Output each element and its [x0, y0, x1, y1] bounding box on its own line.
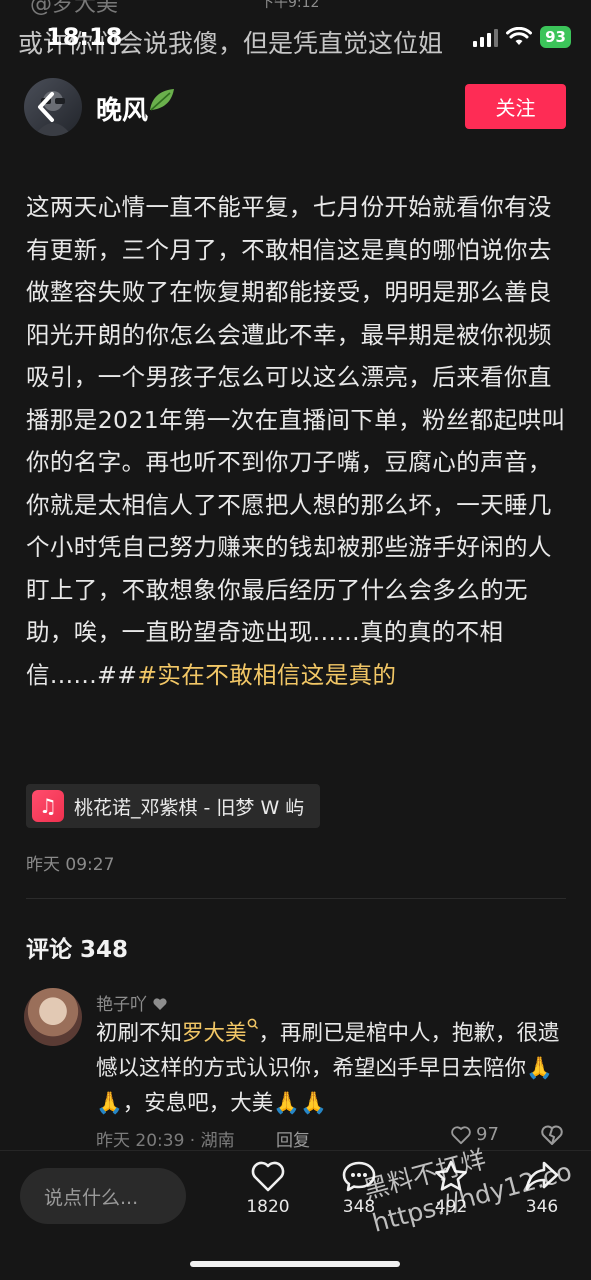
heart-outline-icon	[451, 1125, 471, 1144]
like-count: 1820	[246, 1197, 290, 1217]
heart-icon	[251, 1161, 285, 1192]
background-video-time: 下午9:12	[260, 0, 320, 11]
music-chip[interactable]: ♫ 桃花诺_邓紫棋 - 旧梦 W 屿	[26, 784, 321, 828]
comment-text-before: 初刷不知	[96, 1021, 183, 1046]
search-icon	[247, 1018, 258, 1030]
hashtag-link[interactable]: #实在不敢相信这是真的	[137, 661, 396, 689]
back-button[interactable]	[34, 88, 58, 126]
commenter-name[interactable]: 艳子吖	[96, 990, 168, 1015]
commenter-username: 艳子吖	[96, 995, 147, 1015]
post-timestamp: 昨天 09:27	[26, 855, 115, 875]
divider	[26, 898, 566, 899]
status-bar: @罗大美 下午9:12 或许你们会说我傻，但是凭直觉这位姐 18:18 93	[0, 0, 591, 70]
comment-meta: 昨天 20:39 · 湖南	[96, 1131, 235, 1151]
status-icons: 93	[473, 26, 571, 48]
music-title: 桃花诺_邓紫棋 - 旧梦 W 屿	[74, 796, 305, 819]
like-button[interactable]: 1820	[228, 1159, 308, 1217]
signal-icon	[473, 27, 499, 47]
post-body-text: 这两天心情一直不能平复，七月份开始就看你有没有更新，三个月了，不敢相信这是真的哪…	[26, 193, 566, 689]
commenter-avatar[interactable]	[24, 988, 82, 1046]
reply-button[interactable]: 回复	[276, 1126, 310, 1151]
mention-link[interactable]: 罗大美	[182, 1021, 247, 1046]
post-header: 晚风 关注	[0, 70, 591, 144]
follow-button[interactable]: 关注	[465, 84, 566, 129]
heart-badge-icon	[153, 998, 168, 1010]
wifi-icon	[506, 27, 533, 45]
author-name[interactable]: 晚风	[96, 90, 148, 127]
comment-text: 初刷不知罗大美 ，再刷已是棺中人，抱歉，很遗憾以这样的方式认识你，希望凶手早日去陪…	[96, 1016, 566, 1121]
chevron-left-icon	[38, 92, 54, 122]
leaf-icon	[150, 89, 174, 111]
background-video-title: @罗大美	[30, 0, 119, 17]
music-note-icon: ♫	[32, 790, 64, 822]
comment-count-heading: 评论 348	[26, 937, 129, 963]
status-time: 18:18	[46, 23, 123, 51]
post-text: 这两天心情一直不能平复，七月份开始就看你有没有更新，三个月了，不敢相信这是真的哪…	[26, 186, 571, 696]
comment-input[interactable]: 说点什么...	[20, 1168, 186, 1224]
home-indicator[interactable]	[190, 1261, 400, 1267]
battery-indicator: 93	[540, 26, 571, 48]
